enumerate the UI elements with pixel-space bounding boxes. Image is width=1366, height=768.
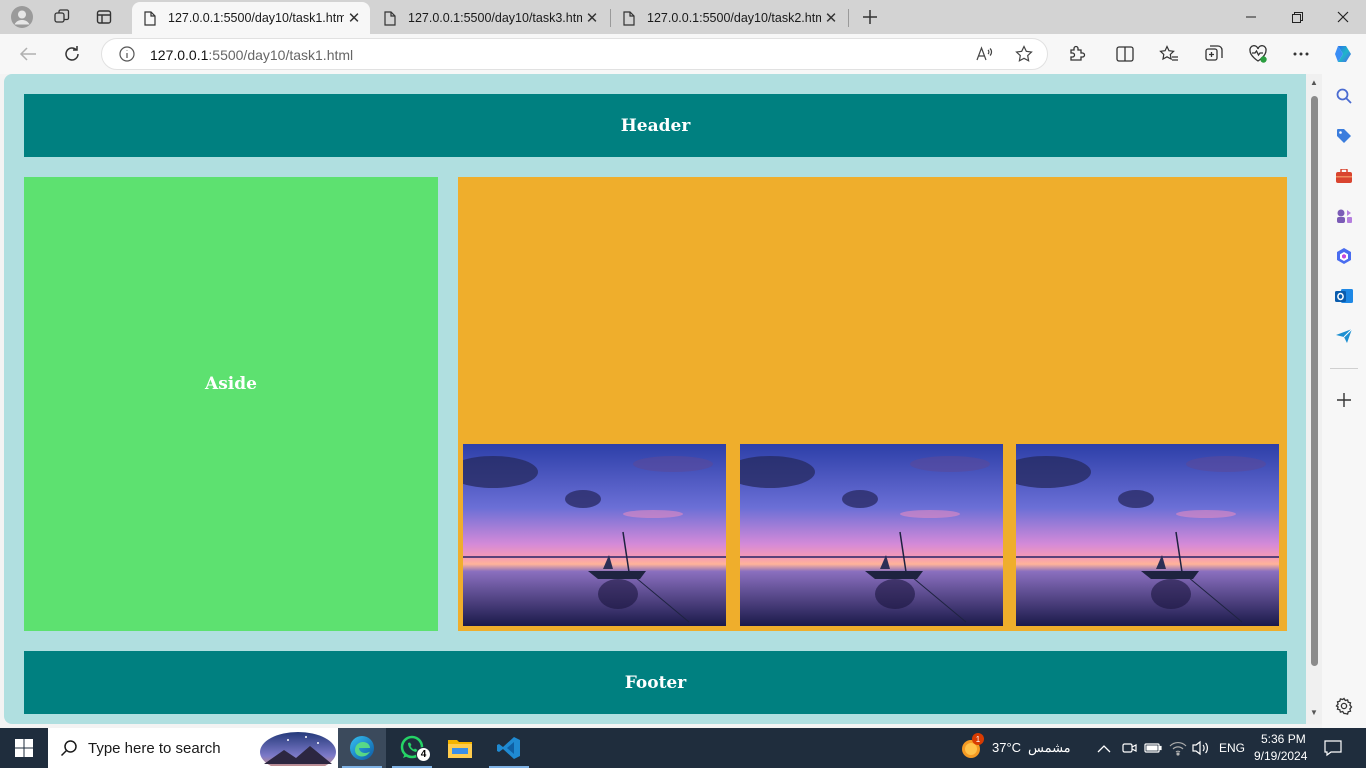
edge-taskbar-app[interactable] [338,728,386,768]
edge-sidebar [1322,74,1366,728]
more-options-icon[interactable] [1289,42,1313,66]
send-drop-icon[interactable] [1334,326,1354,346]
page-aside: Aside [24,177,438,631]
tab-title: 127.0.0.1:5500/day10/task3.html [408,11,582,25]
tab-separator [848,9,849,27]
collections-icon[interactable] [1202,42,1226,66]
search-icon [60,739,78,757]
sidebar-settings-gear-icon[interactable] [1334,696,1354,716]
tab-title: 127.0.0.1:5500/day10/task2.html [647,11,821,25]
start-button[interactable] [0,728,48,768]
search-placeholder: Type here to search [88,739,221,757]
aside-text: Aside [205,374,257,394]
profile-icon[interactable] [11,6,33,28]
restore-button[interactable] [1274,0,1320,34]
meet-now-icon[interactable] [1121,740,1137,761]
close-tab-icon[interactable]: ✕ [344,8,364,28]
add-sidebar-app-icon[interactable] [1334,390,1354,410]
minimize-button[interactable] [1228,0,1274,34]
page-header: Header [24,94,1287,157]
url-text[interactable]: 127.0.0.1:5500/day10/task1.html [150,47,353,63]
language-indicator[interactable]: ENG [1219,741,1245,755]
whatsapp-taskbar-app[interactable]: 4 [388,728,436,768]
vscode-taskbar-app[interactable] [485,728,533,768]
windows-taskbar: Type here to search 4 1 37°C مشمس ENG 5:… [0,728,1366,768]
weather-description[interactable]: مشمس [1028,740,1071,756]
scroll-thumb[interactable] [1311,96,1318,666]
tab-strip: 127.0.0.1:5500/day10/task1.html ✕ 127.0.… [0,0,1366,34]
back-icon[interactable] [16,42,40,66]
weather-sun-icon[interactable]: 1 [960,733,984,759]
extensions-icon[interactable] [1065,42,1089,66]
show-hidden-icons-chevron-icon[interactable] [1097,741,1111,759]
workspaces-icon[interactable] [51,6,73,28]
browser-essentials-icon[interactable] [1246,42,1270,66]
document-icon [621,10,637,26]
volume-icon[interactable] [1192,740,1210,761]
document-icon [142,10,158,26]
shopping-tag-icon[interactable] [1334,126,1354,146]
document-icon [382,10,398,26]
close-tab-icon[interactable]: ✕ [821,8,841,28]
sidebar-divider [1330,368,1358,369]
tab-task2[interactable]: 127.0.0.1:5500/day10/task2.html ✕ [611,2,847,34]
site-info-icon[interactable] [115,42,139,66]
page-footer: Footer [24,651,1287,714]
close-tab-icon[interactable]: ✕ [582,8,602,28]
search-highlight-image [260,730,336,768]
page-viewport: Header Aside Footer ▲ ▼ [4,74,1322,724]
battery-icon[interactable] [1144,740,1162,761]
url-path: :5500/day10/task1.html [208,47,354,63]
weather-alert-badge: 1 [972,733,984,745]
tools-briefcase-icon[interactable] [1334,166,1354,186]
tab-task3[interactable]: 127.0.0.1:5500/day10/task3.html ✕ [372,2,608,34]
read-aloud-icon[interactable] [973,42,997,66]
clock-time[interactable]: 5:36 PM [1261,732,1306,746]
sunset-boat-image [740,444,1003,626]
games-icon[interactable] [1334,206,1354,226]
footer-text: Footer [624,672,687,693]
network-icon[interactable] [1169,740,1187,761]
favorite-star-icon[interactable] [1012,42,1036,66]
sunset-boat-image [1016,444,1279,626]
close-window-button[interactable] [1320,0,1366,34]
weather-temperature[interactable]: 37°C [992,740,1021,755]
tab-actions-icon[interactable] [93,6,115,28]
scroll-down-arrow-icon[interactable]: ▼ [1309,708,1319,718]
address-bar[interactable]: 127.0.0.1:5500/day10/task1.html [101,38,1048,70]
copilot-icon[interactable] [1331,42,1355,66]
file-explorer-taskbar-app[interactable] [436,728,484,768]
scroll-up-arrow-icon[interactable]: ▲ [1309,78,1319,88]
header-text: Header [620,115,691,136]
notifications-icon[interactable] [1324,739,1342,762]
new-tab-icon[interactable] [859,6,881,28]
split-screen-icon[interactable] [1113,42,1137,66]
whatsapp-badge: 4 [416,747,431,762]
favorites-icon[interactable] [1157,42,1181,66]
clock-date[interactable]: 9/19/2024 [1254,749,1307,763]
search-icon[interactable] [1334,86,1354,106]
sunset-boat-image [463,444,726,626]
tab-task1[interactable]: 127.0.0.1:5500/day10/task1.html ✕ [132,2,370,34]
browser-toolbar: 127.0.0.1:5500/day10/task1.html [0,34,1366,74]
page-scrollbar[interactable]: ▲ ▼ [1306,74,1322,724]
url-host: 127.0.0.1 [150,47,209,63]
outlook-icon[interactable] [1334,286,1354,306]
tab-title: 127.0.0.1:5500/day10/task1.html [168,11,344,25]
microsoft365-icon[interactable] [1334,246,1354,266]
page-main [458,177,1287,631]
refresh-icon[interactable] [60,42,84,66]
taskbar-search-box[interactable]: Type here to search [48,728,338,768]
